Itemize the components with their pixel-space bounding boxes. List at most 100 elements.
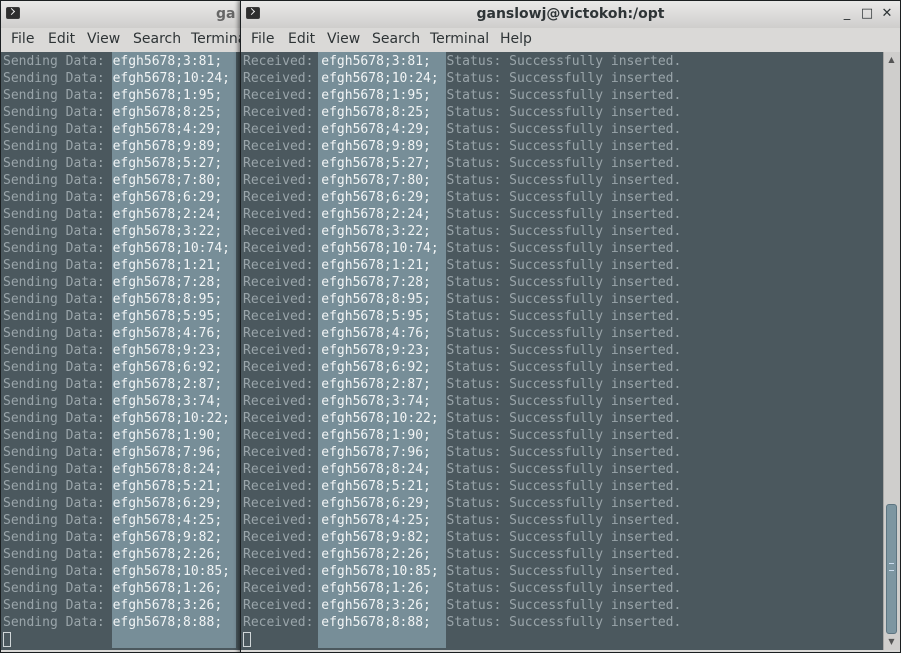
line-status: Status: Successfully inserted. <box>446 54 682 69</box>
line-prefix: Received: <box>243 462 322 477</box>
line-prefix: Sending Data: <box>3 411 113 426</box>
line-payload: efgh5678;8:24; <box>112 462 223 477</box>
menu-edit[interactable]: Edit <box>48 31 75 47</box>
line-payload: efgh5678;10:85; <box>112 564 230 579</box>
line-payload: efgh5678;10:74; <box>321 241 439 256</box>
menu-file[interactable]: File <box>251 31 274 47</box>
line-prefix: Received: <box>243 190 322 205</box>
line-prefix: Received: <box>243 326 322 341</box>
menubar: File Edit View Search Terminal Help <box>241 28 900 51</box>
terminal-line: Received: efgh5678;1:26; Status: Success… <box>243 580 681 597</box>
line-payload: efgh5678;9:82; <box>112 530 223 545</box>
line-status: Status: Successfully inserted. <box>446 445 682 460</box>
line-payload: efgh5678;9:89; <box>112 139 223 154</box>
line-prefix: Sending Data: <box>3 173 113 188</box>
line-prefix: Sending Data: <box>3 513 113 528</box>
terminal-line: Received: efgh5678;3:26; Status: Success… <box>243 597 681 614</box>
line-status: Status: Successfully inserted. <box>446 411 682 426</box>
terminal-line: Received: efgh5678;8:88; Status: Success… <box>243 614 681 631</box>
line-status: Status: Successfully inserted. <box>446 71 682 86</box>
line-prefix: Sending Data: <box>3 292 113 307</box>
line-prefix: Sending Data: <box>3 615 113 630</box>
line-payload: efgh5678;9:89; <box>321 139 431 154</box>
line-prefix: Sending Data: <box>3 496 113 511</box>
window-title: ganslowj@victokoh:/opt <box>476 6 665 22</box>
line-prefix: Received: <box>243 360 322 375</box>
close-icon[interactable]: ✕ <box>878 5 896 23</box>
line-payload: efgh5678;3:26; <box>112 598 223 613</box>
window-title: ga <box>216 6 236 22</box>
terminal-line: Sending Data: efgh5678;6:29; <box>3 189 223 206</box>
line-payload: efgh5678;7:96; <box>112 445 223 460</box>
terminal-line: Sending Data: efgh5678;8:95; <box>3 291 223 308</box>
line-payload: efgh5678;8:25; <box>112 105 223 120</box>
line-prefix: Sending Data: <box>3 326 113 341</box>
menu-help[interactable]: Help <box>500 31 532 47</box>
terminal-line: Sending Data: efgh5678;8:25; <box>3 104 223 121</box>
titlebar[interactable]: ganslowj@victokoh:/opt _ □ ✕ <box>241 1 900 29</box>
terminal-line: Received: efgh5678;9:82; Status: Success… <box>243 529 681 546</box>
menu-search[interactable]: Search <box>372 31 420 47</box>
line-prefix: Received: <box>243 292 322 307</box>
line-payload: efgh5678;7:80; <box>112 173 223 188</box>
line-prefix: Received: <box>243 530 322 545</box>
menu-edit[interactable]: Edit <box>288 31 315 47</box>
vertical-scrollbar[interactable]: ▲ ▼ <box>883 52 900 650</box>
menu-file[interactable]: File <box>11 31 34 47</box>
menu-terminal[interactable]: Termina <box>191 31 246 47</box>
menu-view[interactable]: View <box>327 31 360 47</box>
scroll-thumb[interactable] <box>886 504 897 634</box>
terminal-window-receiver[interactable]: ganslowj@victokoh:/opt _ □ ✕ File Edit V… <box>240 0 901 653</box>
terminal-window-sender[interactable]: ga File Edit View Search Termina Sending… <box>0 0 246 653</box>
terminal-line: Received: efgh5678;8:25; Status: Success… <box>243 104 681 121</box>
terminal-line: Sending Data: efgh5678;1:90; <box>3 427 223 444</box>
terminal-line: Sending Data: efgh5678;3:26; <box>3 597 223 614</box>
terminal-line: Received: efgh5678;5:95; Status: Success… <box>243 308 681 325</box>
maximize-icon[interactable]: □ <box>858 5 876 23</box>
terminal-line: Sending Data: efgh5678;3:22; <box>3 223 223 240</box>
line-prefix: Received: <box>243 615 322 630</box>
line-prefix: Received: <box>243 547 322 562</box>
line-payload: efgh5678;10:22; <box>321 411 439 426</box>
line-payload: efgh5678;1:90; <box>112 428 223 443</box>
terminal-output[interactable]: Sending Data: efgh5678;3:81; Sending Data… <box>1 52 244 650</box>
line-payload: efgh5678;8:25; <box>321 105 431 120</box>
minimize-icon[interactable]: _ <box>838 5 856 23</box>
terminal-line: Sending Data: efgh5678;8:88; <box>3 614 223 631</box>
titlebar[interactable]: ga <box>1 1 244 29</box>
terminal-line: Received: efgh5678;2:26; Status: Success… <box>243 546 681 563</box>
line-payload: efgh5678;9:23; <box>321 343 431 358</box>
line-payload: efgh5678;4:25; <box>321 513 431 528</box>
line-prefix: Sending Data: <box>3 581 113 596</box>
line-prefix: Received: <box>243 479 322 494</box>
line-payload: efgh5678;1:90; <box>321 428 431 443</box>
line-prefix: Sending Data: <box>3 530 113 545</box>
terminal-line: Received: efgh5678;2:24; Status: Success… <box>243 206 681 223</box>
terminal-line: Sending Data: efgh5678;5:21; <box>3 478 223 495</box>
terminal-line: Sending Data: efgh5678;2:24; <box>3 206 223 223</box>
terminal-output[interactable]: Received: efgh5678;3:81; Status: Success… <box>241 52 884 650</box>
line-status: Status: Successfully inserted. <box>446 173 682 188</box>
line-prefix: Sending Data: <box>3 71 113 86</box>
terminal-line: Received: efgh5678;6:29; Status: Success… <box>243 189 681 206</box>
line-status: Status: Successfully inserted. <box>446 615 682 630</box>
line-payload: efgh5678;3:74; <box>112 394 223 409</box>
line-payload: efgh5678;7:28; <box>321 275 431 290</box>
line-payload: efgh5678;3:81; <box>321 54 431 69</box>
line-prefix: Sending Data: <box>3 139 113 154</box>
line-payload: efgh5678;2:26; <box>112 547 223 562</box>
scroll-down-icon[interactable]: ▼ <box>884 635 899 649</box>
line-prefix: Received: <box>243 275 322 290</box>
line-prefix: Sending Data: <box>3 445 113 460</box>
line-payload: efgh5678;8:88; <box>321 615 431 630</box>
menu-view[interactable]: View <box>87 31 120 47</box>
line-payload: efgh5678;3:81; <box>112 54 223 69</box>
terminal-line: Received: efgh5678;6:29; Status: Success… <box>243 495 681 512</box>
scroll-up-icon[interactable]: ▲ <box>884 53 899 67</box>
line-status: Status: Successfully inserted. <box>446 496 682 511</box>
menu-search[interactable]: Search <box>133 31 181 47</box>
menu-terminal[interactable]: Terminal <box>430 31 489 47</box>
terminal-line: Sending Data: efgh5678;1:21; <box>3 257 223 274</box>
line-payload: efgh5678;4:25; <box>112 513 223 528</box>
terminal-line: Received: efgh5678;4:76; Status: Success… <box>243 325 681 342</box>
